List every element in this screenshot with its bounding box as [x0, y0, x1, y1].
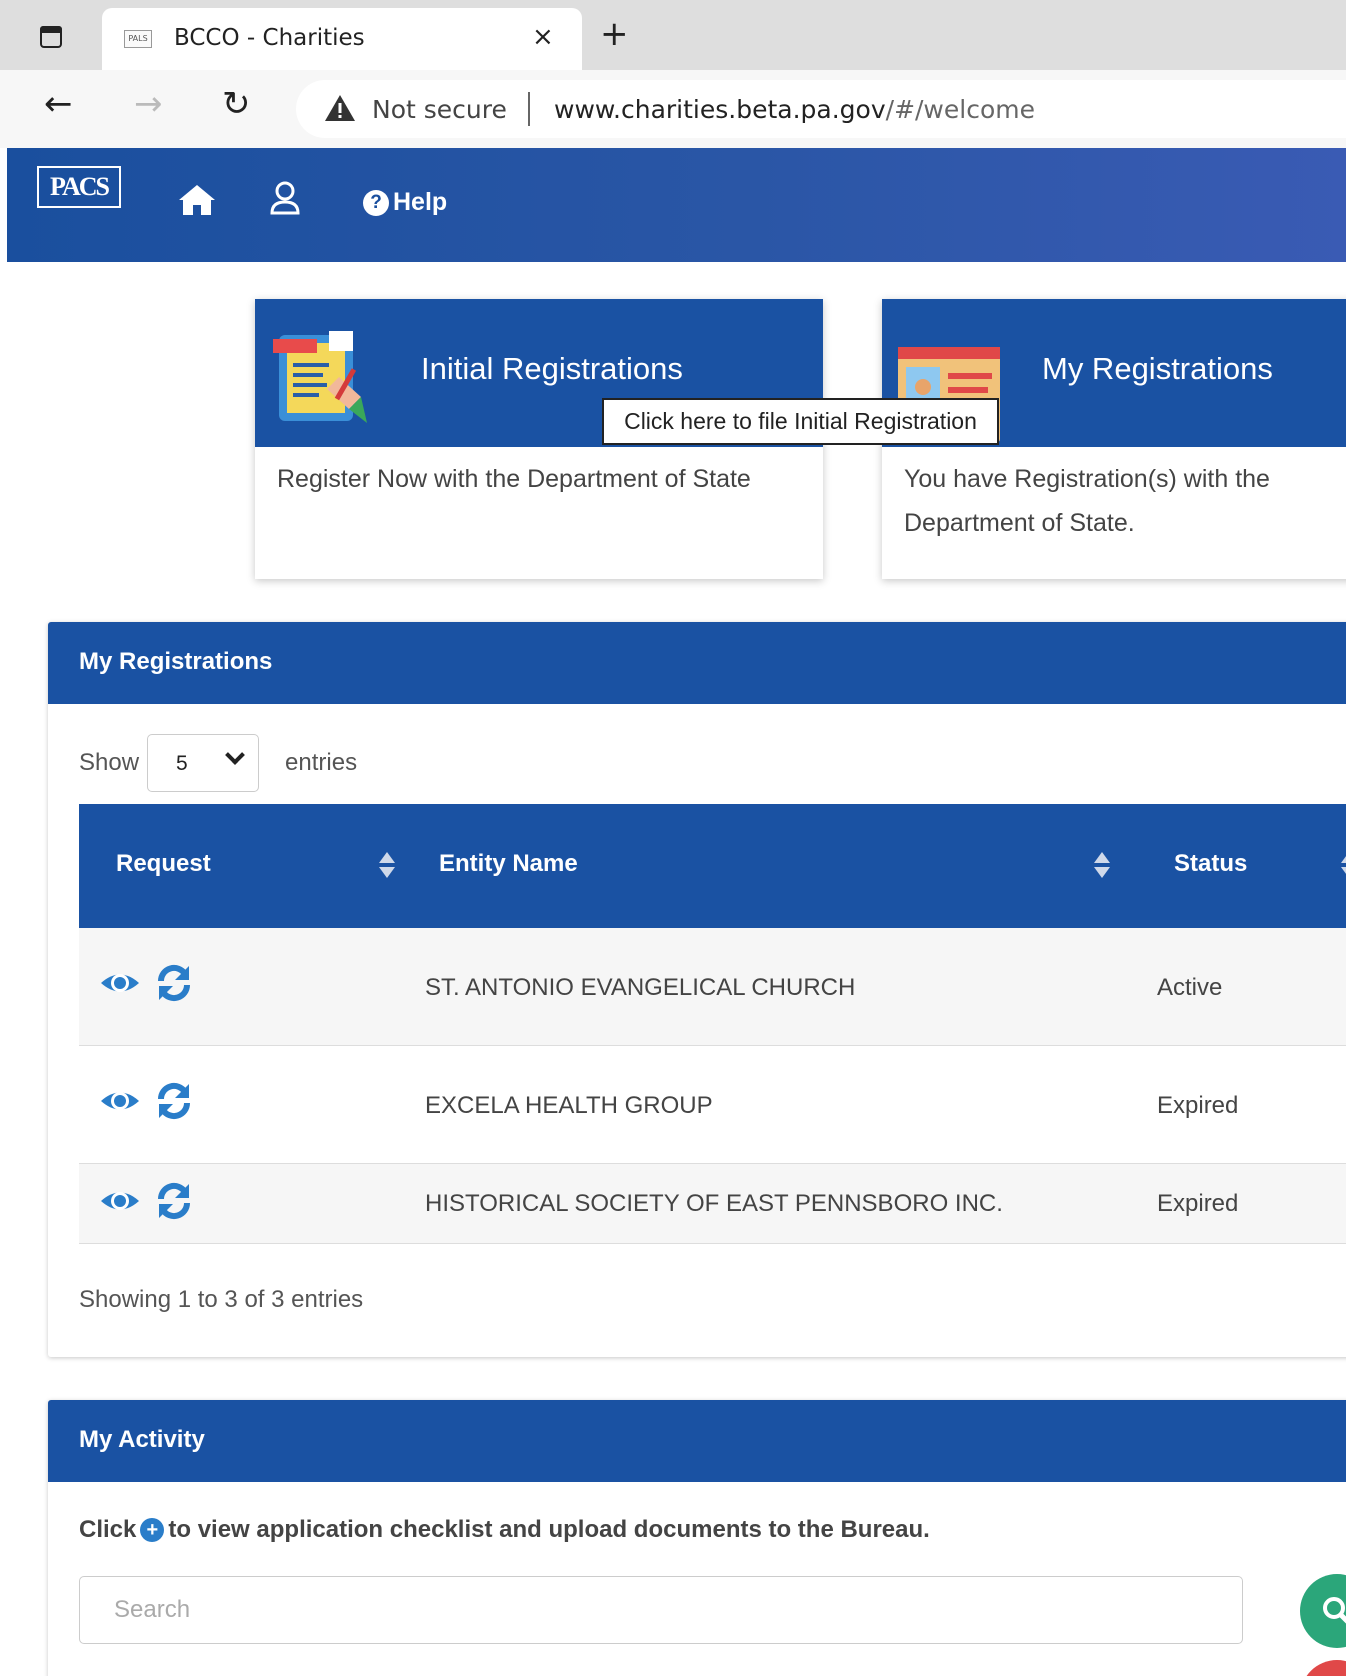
url-host: www.charities.beta.pa.gov: [554, 95, 886, 124]
card-description-line: Department of State.: [904, 509, 1135, 537]
my-registrations-panel: My Registrations Show 5 entries Request …: [48, 622, 1346, 1357]
entries-label: entries: [285, 749, 358, 776]
document-form-icon: [273, 331, 367, 423]
search-field[interactable]: [79, 1576, 1243, 1644]
app-navbar: PACS ? Help: [7, 148, 1346, 262]
eye-icon[interactable]: [99, 1182, 141, 1220]
table-row: HISTORICAL SOCIETY OF EAST PENNSBORO INC…: [79, 1164, 1346, 1244]
status-cell: Expired: [1157, 1190, 1239, 1217]
column-header-request[interactable]: Request: [116, 850, 211, 878]
column-header-status[interactable]: Status: [1174, 850, 1247, 878]
panel-header: My Registrations: [48, 622, 1346, 704]
row-actions: [99, 964, 195, 1002]
action-button[interactable]: [1300, 1660, 1346, 1676]
table-info: Showing 1 to 3 of 3 entries: [79, 1286, 364, 1313]
entity-name-cell: EXCELA HEALTH GROUP: [425, 1092, 713, 1119]
entries-select-value: 5: [176, 752, 188, 775]
search-input[interactable]: [80, 1577, 1242, 1643]
back-icon[interactable]: ←: [44, 84, 73, 124]
entries-select[interactable]: 5: [147, 734, 260, 792]
warning-icon[interactable]: [324, 94, 356, 122]
card-description: Register Now with the Department of Stat…: [277, 465, 751, 493]
tab-close-icon[interactable]: ×: [532, 22, 554, 52]
browser-tab-bar: PALS BCCO - Charities × +: [0, 0, 1346, 72]
tab-title: BCCO - Charities: [174, 25, 365, 51]
entries-length-control: Show 5 entries: [79, 734, 357, 792]
activity-instruction: Click + to view application checklist an…: [79, 1516, 930, 1544]
sort-icon[interactable]: [1094, 852, 1110, 882]
help-link[interactable]: ? Help: [363, 188, 447, 217]
eye-icon[interactable]: [99, 1082, 141, 1120]
home-icon[interactable]: [177, 183, 217, 217]
row-actions: [99, 1182, 195, 1220]
browser-toolbar: ← → ↻ Not secure www.charities.beta.pa.g…: [0, 70, 1346, 148]
search-icon: [1323, 1597, 1346, 1624]
browser-tab[interactable]: PALS BCCO - Charities ×: [102, 8, 582, 72]
panel-title: My Registrations: [79, 648, 273, 675]
address-separator: [528, 92, 530, 126]
forward-icon[interactable]: →: [134, 84, 163, 124]
reload-icon[interactable]: ↻: [222, 84, 251, 124]
user-icon[interactable]: [269, 180, 301, 216]
url-text[interactable]: www.charities.beta.pa.gov/#/welcome: [554, 95, 1035, 124]
row-actions: [99, 1082, 195, 1120]
status-cell: Expired: [1157, 1092, 1239, 1119]
entity-name-cell: HISTORICAL SOCIETY OF EAST PENNSBORO INC…: [425, 1190, 1003, 1217]
pacs-logo[interactable]: PACS: [37, 166, 121, 208]
panel-title: My Activity: [79, 1426, 205, 1453]
panel-header: My Activity: [48, 1400, 1346, 1482]
address-bar[interactable]: Not secure www.charities.beta.pa.gov/#/w…: [296, 80, 1346, 138]
plus-circle-icon: +: [140, 1518, 165, 1542]
refresh-icon[interactable]: [153, 964, 195, 1002]
table-row: EXCELA HEALTH GROUP Expired: [79, 1046, 1346, 1164]
card-title: My Registrations: [1042, 351, 1273, 386]
card-description-line: You have Registration(s) with the: [904, 465, 1270, 493]
card-description: You have Registration(s) with the Depart…: [904, 457, 1270, 545]
instruction-suffix: to view application checklist and upload…: [168, 1516, 930, 1543]
eye-icon[interactable]: [99, 964, 141, 1002]
tab-actions-icon[interactable]: [36, 22, 66, 52]
refresh-icon[interactable]: [153, 1082, 195, 1120]
show-label: Show: [79, 749, 140, 776]
favicon-icon: PALS: [124, 30, 152, 48]
url-path: /#/welcome: [885, 95, 1035, 124]
refresh-icon[interactable]: [153, 1182, 195, 1220]
card-title: Initial Registrations: [421, 351, 683, 386]
chevron-down-icon: [225, 745, 245, 765]
tooltip: Click here to file Initial Registration: [602, 398, 999, 445]
entity-name-cell: ST. ANTONIO EVANGELICAL CHURCH: [425, 974, 856, 1001]
new-tab-icon[interactable]: +: [600, 14, 629, 54]
column-header-entity-name[interactable]: Entity Name: [439, 850, 578, 878]
sort-icon[interactable]: [379, 852, 395, 882]
instruction-prefix: Click: [79, 1516, 137, 1543]
my-activity-panel: My Activity Click + to view application …: [48, 1400, 1346, 1676]
security-status[interactable]: Not secure: [372, 95, 507, 124]
help-label: Help: [393, 188, 448, 216]
status-cell: Active: [1157, 974, 1223, 1001]
table-header: Request Entity Name Status: [79, 804, 1346, 928]
sort-icon[interactable]: [1341, 852, 1346, 882]
question-circle-icon: ?: [363, 189, 389, 216]
table-row: ST. ANTONIO EVANGELICAL CHURCH Active: [79, 928, 1346, 1046]
search-button[interactable]: [1300, 1574, 1346, 1648]
